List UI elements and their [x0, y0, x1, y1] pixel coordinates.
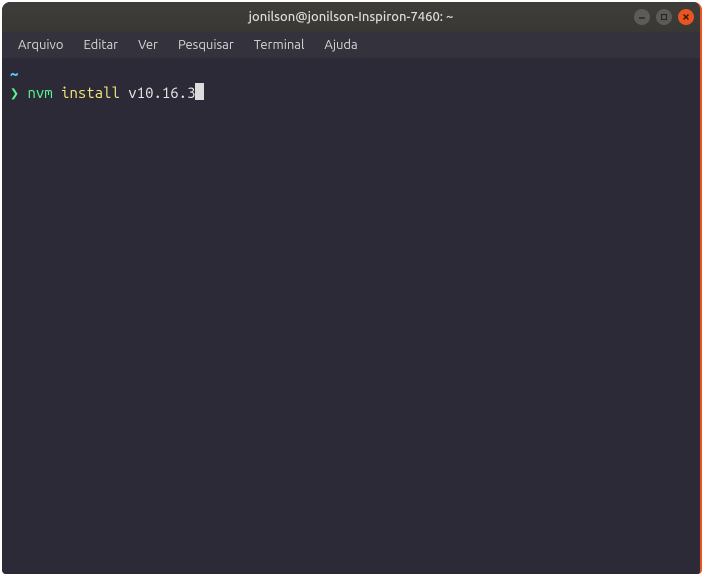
maximize-button[interactable]	[656, 9, 672, 25]
command-nvm: nvm	[27, 84, 52, 101]
menu-editar[interactable]: Editar	[73, 35, 128, 55]
prompt-symbol: ❯	[10, 84, 19, 101]
titlebar: jonilson@jonilson-Inspiron-7460: ~	[2, 2, 700, 32]
menu-ver[interactable]: Ver	[128, 35, 168, 55]
menubar: Arquivo Editar Ver Pesquisar Terminal Aj…	[2, 32, 700, 58]
menu-arquivo[interactable]: Arquivo	[8, 35, 73, 55]
cursor	[195, 83, 204, 100]
menu-ajuda[interactable]: Ajuda	[314, 35, 367, 55]
window-controls	[634, 9, 694, 25]
command-version: v10.16.3	[128, 84, 195, 101]
menu-terminal[interactable]: Terminal	[244, 35, 315, 55]
terminal-output[interactable]: ~ ❯ nvm install v10.16.3	[2, 58, 700, 574]
close-button[interactable]	[678, 9, 694, 25]
menu-pesquisar[interactable]: Pesquisar	[168, 35, 244, 55]
minimize-icon	[638, 13, 646, 21]
command-install: install	[61, 84, 120, 101]
close-icon	[682, 13, 690, 21]
maximize-icon	[660, 13, 668, 21]
minimize-button[interactable]	[634, 9, 650, 25]
cwd-indicator: ~	[10, 65, 18, 82]
terminal-window: jonilson@jonilson-Inspiron-7460: ~ Arqui…	[2, 2, 702, 574]
window-title: jonilson@jonilson-Inspiron-7460: ~	[249, 10, 454, 24]
